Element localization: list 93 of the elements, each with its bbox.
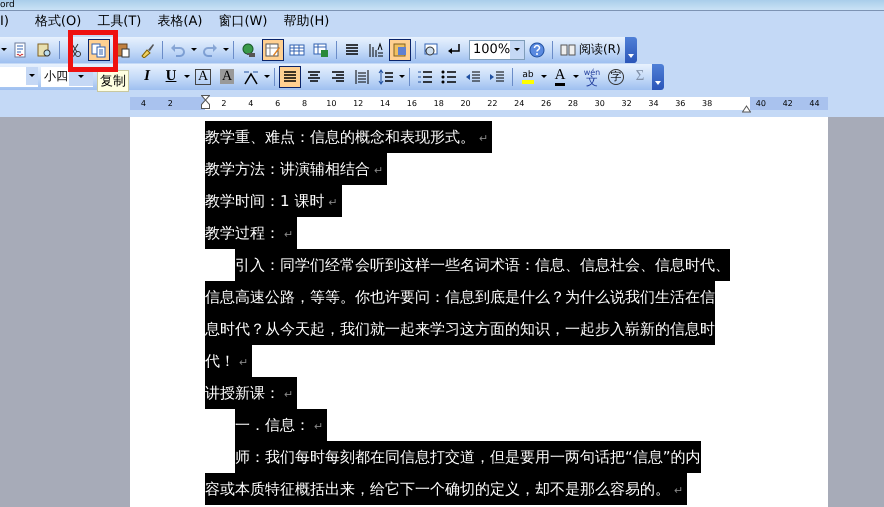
dropdown-arrow-icon xyxy=(184,75,190,78)
dropdown-arrow-icon xyxy=(29,74,35,77)
ruler-number: 40 xyxy=(754,98,767,110)
menu-item[interactable]: 工具(T) xyxy=(89,14,150,30)
ruler-number: 22 xyxy=(486,98,498,110)
decrease-indent-icon xyxy=(465,68,481,84)
font-name-field[interactable] xyxy=(0,66,38,86)
zoom-field[interactable]: 100% xyxy=(469,40,525,60)
highlight-frame xyxy=(68,30,118,72)
highlight-button[interactable]: ab xyxy=(517,66,539,88)
underline-button[interactable]: U xyxy=(160,66,182,88)
document-map-icon xyxy=(392,42,408,58)
line-spacing-icon xyxy=(378,68,394,84)
increase-indent-icon xyxy=(489,68,505,84)
copy-icon xyxy=(91,42,107,58)
ruler-number: 32 xyxy=(620,98,633,110)
font-color-button[interactable]: A xyxy=(549,66,571,88)
ruler-number: 30 xyxy=(594,98,606,110)
align-center-icon xyxy=(306,68,322,84)
dropdown-arrow-icon xyxy=(573,75,579,78)
distributed-align-icon xyxy=(354,68,370,84)
dropdown-arrow-icon xyxy=(514,48,520,51)
paragraph-mark: ↵ xyxy=(238,356,250,369)
bulleted-list-icon xyxy=(441,68,457,84)
table-pencil-icon xyxy=(265,42,281,58)
align-left-icon xyxy=(282,68,298,84)
ruler-number: 16 xyxy=(406,98,418,110)
drawing-icon xyxy=(368,42,384,58)
columns-icon xyxy=(344,42,360,58)
undo-icon xyxy=(170,42,186,58)
menu-item[interactable]: 表格(A) xyxy=(149,14,210,30)
window-title: ord xyxy=(0,0,15,10)
ruler-number: 38 xyxy=(701,98,714,110)
read-button[interactable]: 阅读(R) xyxy=(556,38,625,60)
ruler-number: 34 xyxy=(647,98,660,110)
ruler-number: 10 xyxy=(325,98,338,110)
menu-item[interactable]: 帮助(H) xyxy=(275,14,338,30)
align-left-button[interactable] xyxy=(279,66,301,88)
character-scale-icon xyxy=(243,68,259,84)
ruler-number: 20 xyxy=(459,98,472,110)
ruler-number: 8 xyxy=(300,98,308,110)
redo-icon xyxy=(202,42,218,58)
ruler-number: 4 xyxy=(247,98,254,110)
dropdown-arrow-icon xyxy=(223,48,229,51)
menu-item[interactable]: 窗口(W) xyxy=(210,14,276,30)
toolbar-options-handle[interactable] xyxy=(652,64,664,90)
ruler-number: 36 xyxy=(674,98,686,110)
paragraph-mark: ↵ xyxy=(313,420,324,433)
tooltip: 复制 xyxy=(97,70,129,92)
menu-item[interactable]: I) xyxy=(0,14,17,30)
dropdown-arrow-icon xyxy=(78,75,84,78)
spreadsheet-icon xyxy=(313,42,329,58)
help-icon xyxy=(529,42,545,58)
ruler-number: 44 xyxy=(808,98,821,110)
ruler-number: 14 xyxy=(378,98,392,110)
paragraph-mark: ↵ xyxy=(283,228,294,241)
character-shading-button[interactable]: A xyxy=(216,66,238,88)
dropdown-arrow-icon xyxy=(264,75,270,78)
numbered-list-icon xyxy=(417,68,433,84)
magnifier-icon xyxy=(423,42,439,58)
table-icon xyxy=(289,42,305,58)
document-map-button[interactable] xyxy=(389,38,411,60)
ruler-number: 42 xyxy=(782,98,794,110)
page-lines-icon xyxy=(12,42,28,58)
table-pencil-button[interactable] xyxy=(262,38,284,60)
ruler-number: 2 xyxy=(166,98,174,110)
ruler-number: 26 xyxy=(540,98,552,110)
dropdown-arrow-icon xyxy=(399,75,405,78)
ruler-number: 4 xyxy=(140,98,147,110)
italic-button[interactable]: I xyxy=(136,66,158,88)
book-icon xyxy=(560,42,576,56)
dropdown-arrow-icon xyxy=(191,48,197,51)
toolbar-options-handle[interactable] xyxy=(624,36,637,62)
phonetic-guide-button[interactable]: wén 文 xyxy=(581,66,603,88)
dropdown-arrow-icon xyxy=(541,75,547,78)
paragraph-mark: ↵ xyxy=(478,132,490,145)
paragraph-mark: ↵ xyxy=(327,196,339,209)
paintbrush-icon xyxy=(139,42,155,58)
ruler-number: 24 xyxy=(513,98,526,110)
dropdown-arrow-icon xyxy=(1,48,7,51)
ruler-number: 12 xyxy=(352,98,364,110)
paragraph-mark: ↵ xyxy=(373,164,384,177)
ruler-number: 18 xyxy=(432,98,445,110)
align-right-icon xyxy=(330,68,346,84)
paragraph-mark: ↵ xyxy=(673,484,684,497)
ruler-number: 6 xyxy=(274,98,282,110)
paragraph-mark: ↵ xyxy=(283,388,294,401)
copy-button[interactable] xyxy=(88,38,110,60)
clipboard-icon xyxy=(115,42,131,58)
ruler-number: 2 xyxy=(220,98,228,110)
menu-item[interactable]: 格式(O) xyxy=(26,14,90,30)
indent-marker-icon[interactable] xyxy=(201,95,210,109)
ruler-number: 28 xyxy=(566,98,580,110)
